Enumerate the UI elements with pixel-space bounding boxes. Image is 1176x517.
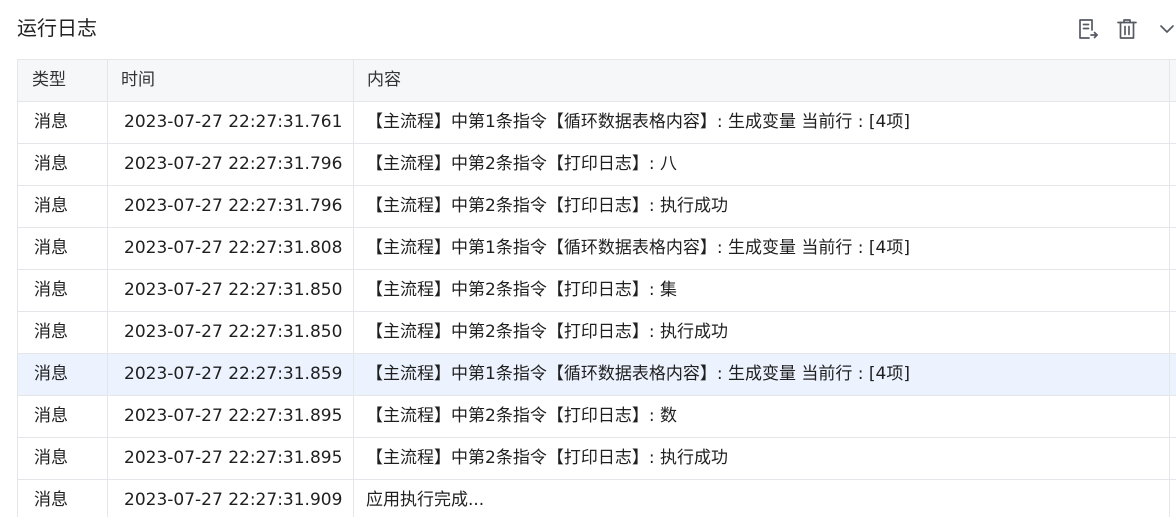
cell-type: 消息 [18, 480, 108, 517]
cell-time: 2023-07-27 22:27:31.859 [108, 354, 354, 395]
cell-time: 2023-07-27 22:27:31.895 [108, 438, 354, 479]
cell-content: 【主流程】中第2条指令【打印日志】: 执行成功 [354, 186, 1170, 227]
export-log-button[interactable] [1076, 16, 1100, 42]
cell-type: 消息 [18, 270, 108, 311]
cell-time: 2023-07-27 22:27:31.796 [108, 186, 354, 227]
cell-content: 【主流程】中第2条指令【打印日志】: 集 [354, 270, 1170, 311]
cell-content: 【主流程】中第2条指令【打印日志】: 数 [354, 396, 1170, 437]
cell-type: 消息 [18, 354, 108, 395]
cell-content: 应用执行完成... [354, 480, 1170, 517]
cell-time: 2023-07-27 22:27:31.808 [108, 228, 354, 269]
cell-content: 【主流程】中第1条指令【循环数据表格内容】: 生成变量 当前行 : [4项] [354, 102, 1170, 143]
run-log-panel: 运行日志 类型 时间 内容 消息 2023-07-27 22:27:31.761… [0, 0, 1176, 517]
table-row[interactable]: 消息 2023-07-27 22:27:31.808 【主流程】中第1条指令【循环数… [18, 228, 1176, 270]
column-header-type[interactable]: 类型 [18, 60, 108, 101]
table-row[interactable]: 消息 2023-07-27 22:27:31.850 【主流程】中第2条指令【打印日… [18, 270, 1176, 312]
table-row[interactable]: 消息 2023-07-27 22:27:31.796 【主流程】中第2条指令【打印日… [18, 186, 1176, 228]
cell-time: 2023-07-27 22:27:31.850 [108, 270, 354, 311]
table-row[interactable]: 消息 2023-07-27 22:27:31.761 【主流程】中第1条指令【循环数… [18, 102, 1176, 144]
table-row[interactable]: 消息 2023-07-27 22:27:31.850 【主流程】中第2条指令【打印日… [18, 312, 1176, 354]
column-header-content[interactable]: 内容 [354, 60, 1170, 101]
table-row[interactable]: 消息 2023-07-27 22:27:31.895 【主流程】中第2条指令【打印日… [18, 438, 1176, 480]
cell-time: 2023-07-27 22:27:31.850 [108, 312, 354, 353]
cell-time: 2023-07-27 22:27:31.895 [108, 396, 354, 437]
cell-content: 【主流程】中第1条指令【循环数据表格内容】: 生成变量 当前行 : [4项] [354, 354, 1170, 395]
panel-title: 运行日志 [17, 16, 97, 40]
cell-time: 2023-07-27 22:27:31.761 [108, 102, 354, 143]
cell-type: 消息 [18, 438, 108, 479]
table-header-row: 类型 时间 内容 [18, 60, 1176, 102]
table-row[interactable]: 消息 2023-07-27 22:27:31.895 【主流程】中第2条指令【打印日… [18, 396, 1176, 438]
cell-type: 消息 [18, 186, 108, 227]
column-header-time[interactable]: 时间 [108, 60, 354, 101]
export-log-icon [1079, 19, 1098, 39]
cell-content: 【主流程】中第1条指令【循环数据表格内容】: 生成变量 当前行 : [4项] [354, 228, 1170, 269]
cell-content: 【主流程】中第2条指令【打印日志】: 执行成功 [354, 312, 1170, 353]
table-body: 消息 2023-07-27 22:27:31.761 【主流程】中第1条指令【循环数… [18, 102, 1176, 517]
cell-content: 【主流程】中第2条指令【打印日志】: 八 [354, 144, 1170, 185]
table-row[interactable]: 消息 2023-07-27 22:27:31.859 【主流程】中第1条指令【循环数… [18, 354, 1176, 396]
cell-time: 2023-07-27 22:27:31.796 [108, 144, 354, 185]
cell-time: 2023-07-27 22:27:31.909 [108, 480, 354, 517]
cell-type: 消息 [18, 144, 108, 185]
table-row[interactable]: 消息 2023-07-27 22:27:31.796 【主流程】中第2条指令【打印日… [18, 144, 1176, 186]
cell-type: 消息 [18, 102, 108, 143]
cell-content: 【主流程】中第2条指令【打印日志】: 执行成功 [354, 438, 1170, 479]
trash-icon [1117, 19, 1137, 39]
clear-log-button[interactable] [1115, 16, 1139, 42]
cell-type: 消息 [18, 228, 108, 269]
chevron-down-icon [1160, 25, 1174, 33]
table-row[interactable]: 消息 2023-07-27 22:27:31.909 应用执行完成... [18, 480, 1176, 517]
cell-type: 消息 [18, 312, 108, 353]
panel-header: 运行日志 [0, 0, 1176, 56]
log-table[interactable]: 类型 时间 内容 消息 2023-07-27 22:27:31.761 【主流程】中… [17, 59, 1176, 517]
collapse-panel-button[interactable] [1157, 16, 1176, 42]
cell-type: 消息 [18, 396, 108, 437]
